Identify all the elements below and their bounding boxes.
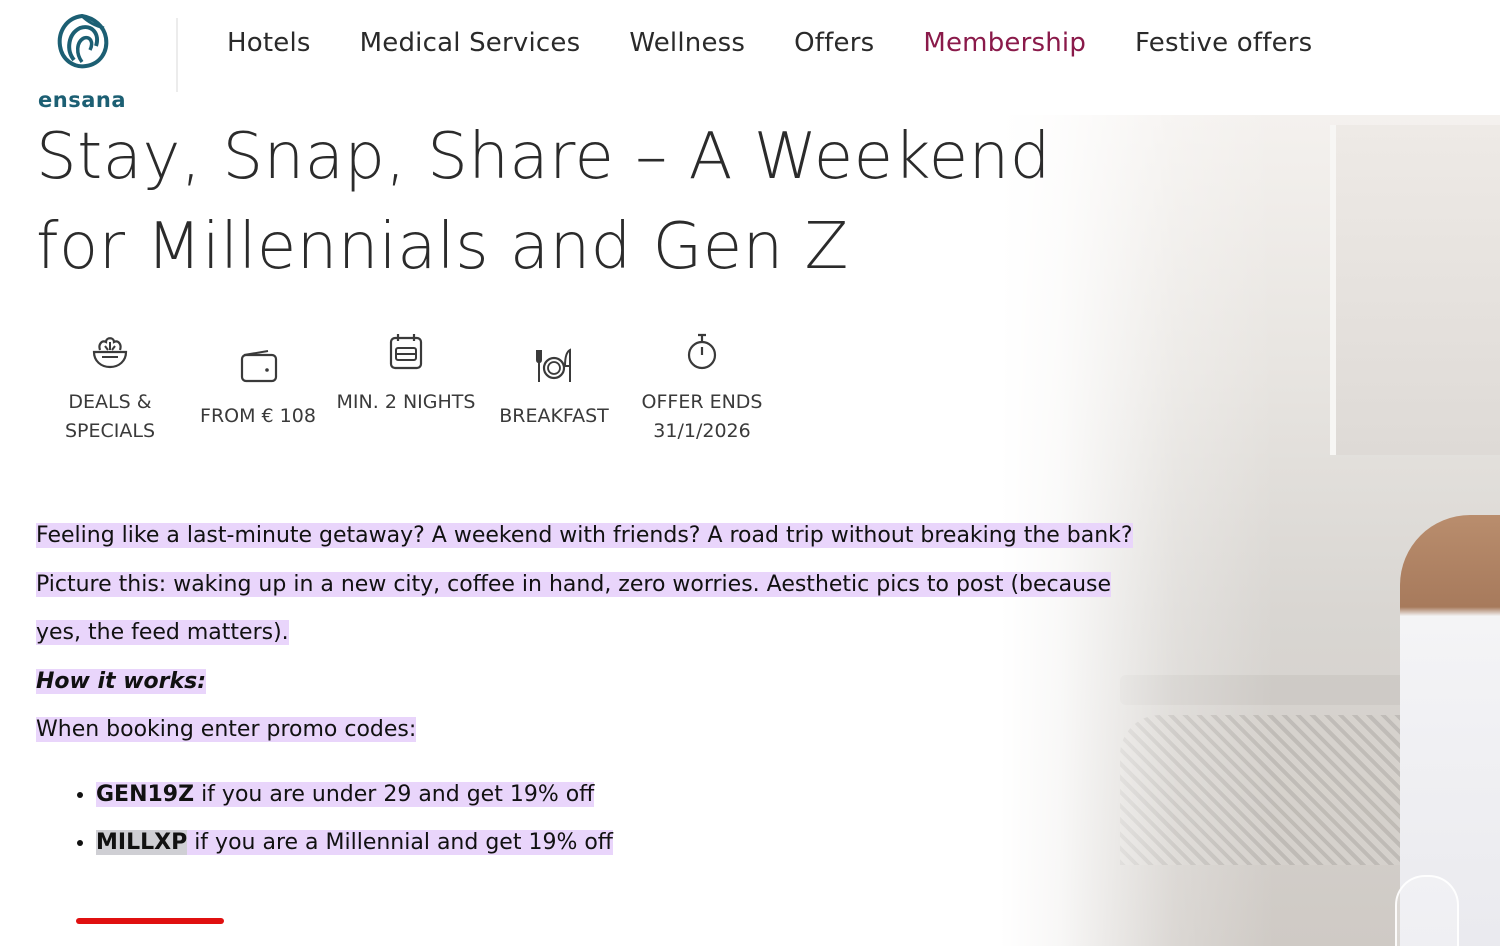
feature-price: FROM € 108 xyxy=(184,330,332,446)
list-item: MILLXP if you are a Millennial and get 1… xyxy=(96,819,1136,868)
main-nav: Hotels Medical Services Wellness Offers … xyxy=(227,28,1361,58)
wallet-icon xyxy=(240,350,278,383)
promo-code-millxp[interactable]: MILLXP xyxy=(96,830,188,855)
feature-nights-label: MIN. 2 NIGHTS xyxy=(336,391,476,413)
intro-paragraph: Feeling like a last-minute getaway? A we… xyxy=(36,512,1136,561)
promo-intro: When booking enter promo codes: xyxy=(36,706,1136,755)
feature-offer-end: OFFER ENDS 31/1/2026 xyxy=(628,330,776,446)
feature-nights: MIN. 2 NIGHTS xyxy=(332,330,480,446)
page-title: Stay, Snap, Share – A Weekend for Millen… xyxy=(36,120,1051,284)
logo-text: ensana xyxy=(38,88,126,112)
ensana-logo[interactable]: ensana xyxy=(36,12,128,112)
feature-offer-end-label: OFFER ENDS 31/1/2026 xyxy=(641,391,763,442)
list-item: GEN19Z if you are under 29 and get 19% o… xyxy=(96,771,1136,820)
intro-text: Feeling like a last-minute getaway? A we… xyxy=(36,523,1133,548)
promo-intro-text: When booking enter promo codes: xyxy=(36,717,417,742)
header-divider xyxy=(176,18,178,92)
picture-text: Picture this: waking up in a new city, c… xyxy=(36,571,1112,645)
feature-deals-label: DEALS & SPECIALS xyxy=(64,391,156,442)
red-underline-annotation xyxy=(76,918,224,924)
feature-breakfast-label: BREAKFAST xyxy=(499,405,609,427)
nav-medical-services[interactable]: Medical Services xyxy=(360,28,581,58)
how-it-works-heading: How it works: xyxy=(36,658,1136,707)
picture-paragraph: Picture this: waking up in a new city, c… xyxy=(36,561,1136,658)
ensana-logo-icon xyxy=(57,13,109,69)
nav-offers[interactable]: Offers xyxy=(794,28,874,58)
how-it-works-text: How it works: xyxy=(36,668,207,694)
promo-description: if you are a Millennial and get 19% off xyxy=(187,830,613,855)
promo-description: if you are under 29 and get 19% off xyxy=(194,781,595,807)
breakfast-cutlery-icon xyxy=(536,348,571,382)
feature-price-label: FROM € 108 xyxy=(200,405,316,427)
offer-features: DEALS & SPECIALS FROM € 108 MIN. 2 NIGHT… xyxy=(36,330,776,446)
nav-membership[interactable]: Membership xyxy=(923,28,1086,58)
feature-breakfast: BREAKFAST xyxy=(480,330,628,446)
feature-deals: DEALS & SPECIALS xyxy=(36,330,184,446)
calendar-icon xyxy=(389,334,423,370)
offer-description: Feeling like a last-minute getaway? A we… xyxy=(36,512,1136,868)
nav-wellness[interactable]: Wellness xyxy=(629,28,745,58)
deals-bowl-icon xyxy=(92,337,128,369)
promo-code-gen19z[interactable]: GEN19Z xyxy=(96,782,194,807)
nav-festive-offers[interactable]: Festive offers xyxy=(1135,28,1312,58)
stopwatch-icon xyxy=(687,333,717,370)
promo-list: GEN19Z if you are under 29 and get 19% o… xyxy=(36,771,1136,868)
nav-hotels[interactable]: Hotels xyxy=(227,28,311,58)
